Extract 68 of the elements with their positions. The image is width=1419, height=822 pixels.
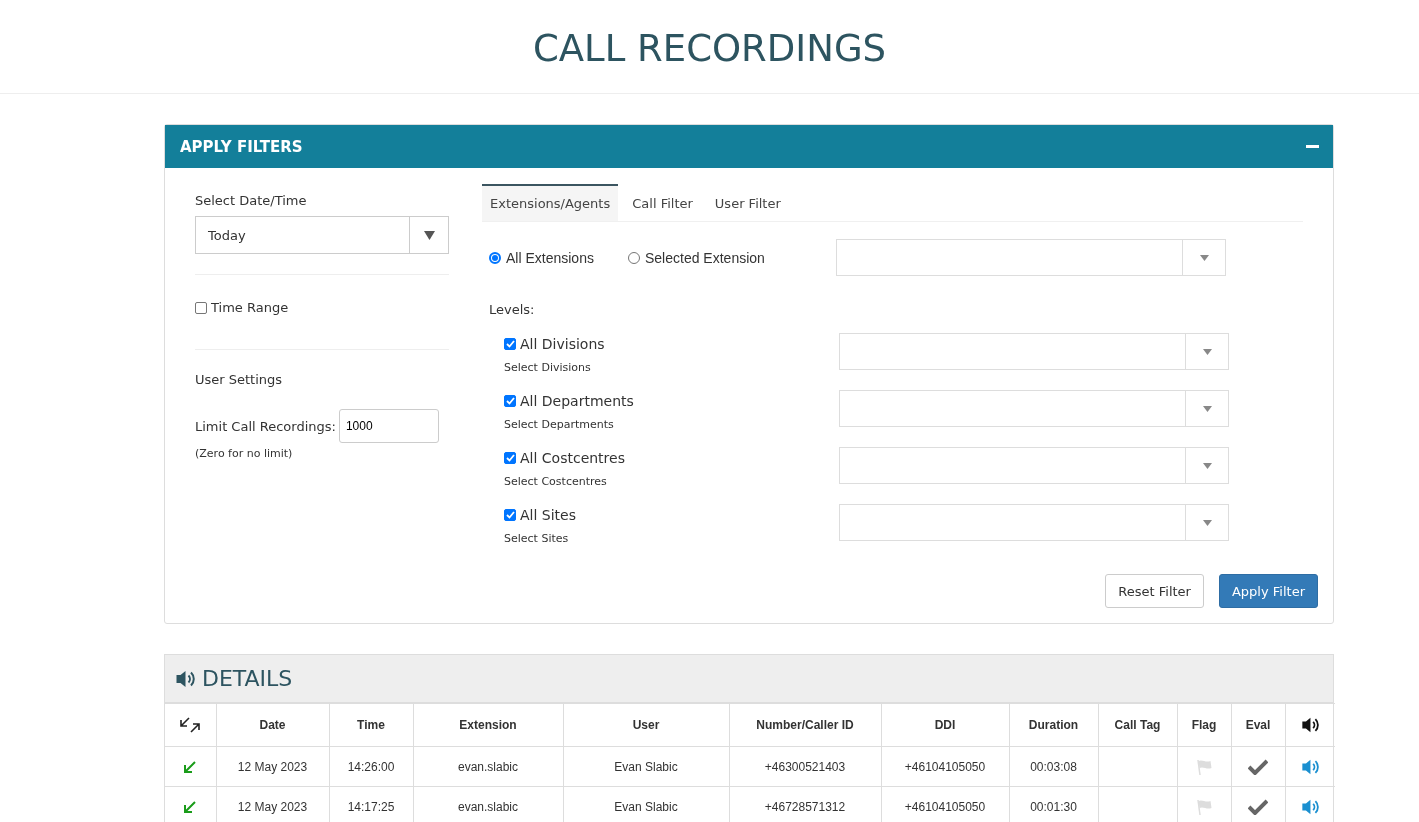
- column-header: Date: [216, 703, 329, 747]
- page-title: CALL RECORDINGS: [532, 26, 887, 70]
- table-cell: evan.slabic: [413, 746, 563, 787]
- date-dropdown[interactable]: Today: [195, 216, 449, 254]
- caret-icon: [1202, 462, 1212, 469]
- checkbox-label: All Departments: [520, 393, 634, 409]
- hint-text: Select Costcentres: [504, 475, 608, 488]
- field-label: Limit Call Recordings:: [195, 418, 336, 434]
- table-cell: 00:03:08: [1009, 746, 1098, 787]
- caret-icon: [1202, 405, 1212, 412]
- speaker-icon: [1300, 716, 1321, 734]
- check-icon: [505, 340, 515, 348]
- checkbox[interactable]: [504, 509, 516, 521]
- caret-icon: [423, 230, 435, 240]
- table-cell: +46300521403: [729, 746, 881, 787]
- section-label: Levels:: [489, 302, 536, 317]
- apply-button[interactable]: Apply Filter: [1218, 574, 1318, 608]
- section-title: DETAILS: [202, 666, 293, 691]
- checkbox-label: All Costcentres: [520, 450, 625, 466]
- checkbox[interactable]: [504, 338, 516, 350]
- check-icon[interactable]: [1248, 798, 1268, 815]
- column-header: Duration: [1009, 703, 1098, 747]
- check-icon: [505, 454, 515, 462]
- check-icon: [505, 397, 515, 405]
- hint-text: (Zero for no limit): [195, 447, 294, 460]
- hint-text: Select Divisions: [504, 361, 592, 374]
- table-cell: 14:26:00: [329, 746, 413, 787]
- dropdown-value: Today: [207, 226, 247, 245]
- column-header: User: [563, 703, 729, 747]
- checkbox-label: Time Range: [211, 300, 289, 315]
- hint-text: Select Sites: [504, 532, 570, 545]
- column-header: Flag: [1177, 703, 1231, 747]
- field-label: Select Date/Time: [195, 193, 308, 208]
- radio-button[interactable]: [628, 251, 640, 264]
- hint-text: Select Departments: [504, 418, 615, 431]
- tab[interactable]: Extensions/Agents: [482, 184, 619, 221]
- column-header: DDI: [881, 703, 1009, 747]
- checkbox[interactable]: [195, 301, 207, 314]
- table-cell: 12 May 2023: [216, 746, 329, 787]
- arrow-icon: [183, 799, 198, 814]
- column-header: Eval: [1231, 703, 1285, 747]
- radio-label: Selected Extension: [645, 249, 765, 266]
- table-cell: +46104105050: [881, 746, 1009, 787]
- column-header: Extension: [413, 703, 563, 747]
- section-label: User Settings: [195, 372, 284, 387]
- table-cell: Evan Slabic: [563, 746, 729, 787]
- arrow-icon: [183, 759, 198, 774]
- column-header: Number/Caller ID: [729, 703, 881, 747]
- caret-icon: [1199, 254, 1209, 261]
- checkbox-label: All Divisions: [520, 336, 605, 352]
- panel-title: APPLY FILTERS: [180, 137, 303, 156]
- direction-arrows-icon: [179, 716, 202, 734]
- column-header: Time: [329, 703, 413, 747]
- tab[interactable]: Call Filter: [624, 184, 701, 221]
- checkbox-label: All Sites: [520, 507, 576, 523]
- radio-button[interactable]: [489, 251, 501, 264]
- caret-icon: [1202, 519, 1212, 526]
- radio-label: All Extensions: [506, 249, 594, 266]
- caret-icon: [1202, 348, 1212, 355]
- speaker-icon: [174, 668, 196, 689]
- check-icon: [505, 511, 515, 519]
- checkbox[interactable]: [504, 452, 516, 464]
- tab[interactable]: User Filter: [706, 184, 789, 221]
- check-icon[interactable]: [1248, 758, 1268, 775]
- reset-button[interactable]: Reset Filter: [1105, 574, 1204, 608]
- column-header: Call Tag: [1098, 703, 1177, 747]
- checkbox[interactable]: [504, 395, 516, 407]
- limit-input[interactable]: 1000: [338, 409, 439, 443]
